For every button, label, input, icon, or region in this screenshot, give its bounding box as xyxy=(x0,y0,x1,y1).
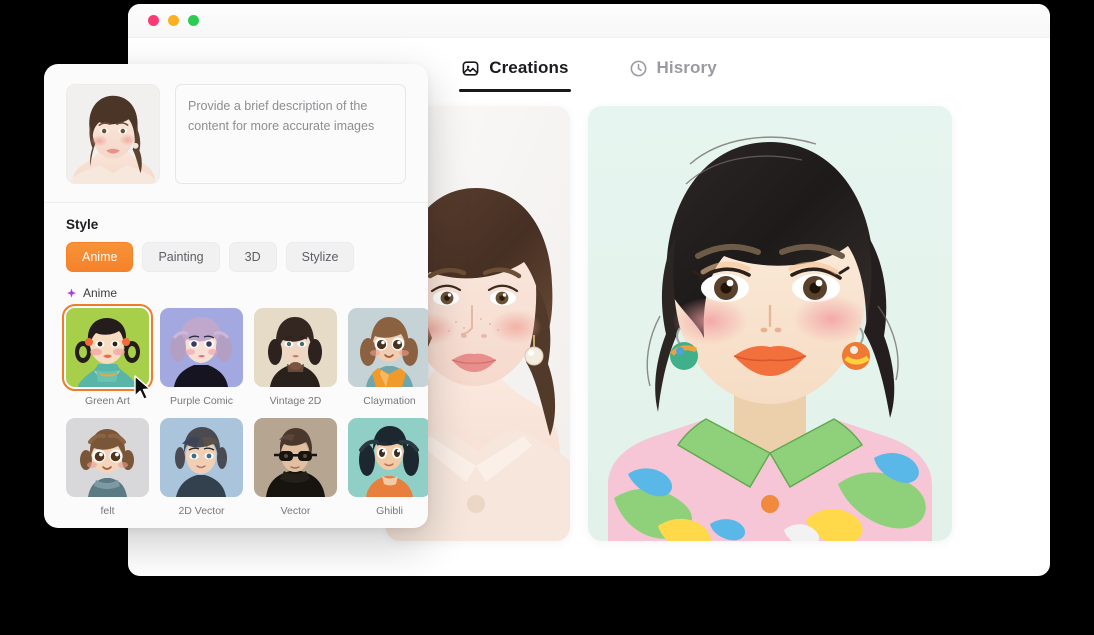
mouse-pointer-icon xyxy=(134,375,151,400)
style-option-vector[interactable]: Vector xyxy=(254,418,337,517)
source-thumbnail[interactable] xyxy=(66,84,160,184)
style-grid-row-2: felt 2D Vector Vector Ghibli xyxy=(66,418,428,517)
style-tab-painting[interactable]: Painting xyxy=(142,242,220,272)
window-titlebar xyxy=(128,4,1050,38)
style-label-purple-comic: Purple Comic xyxy=(169,395,234,407)
style-tab-stylize[interactable]: Stylize xyxy=(285,242,355,272)
style-option-vintage-2d[interactable]: Vintage 2D xyxy=(254,308,337,407)
style-option-claymation[interactable]: Claymation xyxy=(348,308,428,407)
style-group-label: Anime xyxy=(83,286,118,300)
style-option-felt[interactable]: felt xyxy=(66,418,149,517)
screenshot-stage: Creations Hisrory Provide a brief descri… xyxy=(0,0,1094,635)
style-thumb-2d-vector xyxy=(160,418,243,497)
style-category-tabs: Anime Painting 3D Stylize xyxy=(66,242,406,272)
prompt-placeholder: Provide a brief description of the conte… xyxy=(188,99,375,133)
style-group-header: Anime xyxy=(66,286,406,300)
tab-history-label: Hisrory xyxy=(656,58,717,77)
style-tab-3d[interactable]: 3D xyxy=(228,242,277,272)
minimize-button[interactable] xyxy=(168,15,179,26)
style-option-purple-comic[interactable]: Purple Comic xyxy=(160,308,243,407)
style-thumb-ghibli xyxy=(348,418,428,497)
clock-icon xyxy=(629,59,648,78)
tab-creations[interactable]: Creations xyxy=(459,52,571,92)
style-thumb-purple-comic xyxy=(160,308,243,387)
style-thumb-vintage-2d xyxy=(254,308,337,387)
tab-creations-label: Creations xyxy=(489,58,569,77)
sparkle-icon xyxy=(66,287,77,299)
style-option-2d-vector[interactable]: 2D Vector xyxy=(160,418,243,517)
style-editor-panel: Provide a brief description of the conte… xyxy=(44,64,428,528)
style-thumb-claymation xyxy=(348,308,428,387)
prompt-input[interactable]: Provide a brief description of the conte… xyxy=(175,84,406,184)
style-grid-row-1: Green Art Purple Comic Vintage 2D Clayma… xyxy=(62,304,428,407)
close-button[interactable] xyxy=(148,15,159,26)
tab-history[interactable]: Hisrory xyxy=(629,52,717,92)
style-option-ghibli[interactable]: Ghibli xyxy=(348,418,428,517)
maximize-button[interactable] xyxy=(188,15,199,26)
style-tab-anime[interactable]: Anime xyxy=(66,242,134,272)
style-label-felt: felt xyxy=(100,505,115,517)
image-icon xyxy=(461,59,480,78)
style-thumb-felt xyxy=(66,418,149,497)
style-label-claymation: Claymation xyxy=(363,395,416,407)
style-label-vintage-2d: Vintage 2D xyxy=(269,395,322,407)
panel-divider xyxy=(44,202,428,203)
style-thumb-vector xyxy=(254,418,337,497)
style-label-vector: Vector xyxy=(280,505,311,517)
style-label-ghibli: Ghibli xyxy=(376,505,403,517)
prompt-row: Provide a brief description of the conte… xyxy=(66,84,406,184)
style-label-2d-vector: 2D Vector xyxy=(178,505,225,517)
result-generated-anime[interactable] xyxy=(588,106,952,541)
style-section-title: Style xyxy=(66,217,99,232)
